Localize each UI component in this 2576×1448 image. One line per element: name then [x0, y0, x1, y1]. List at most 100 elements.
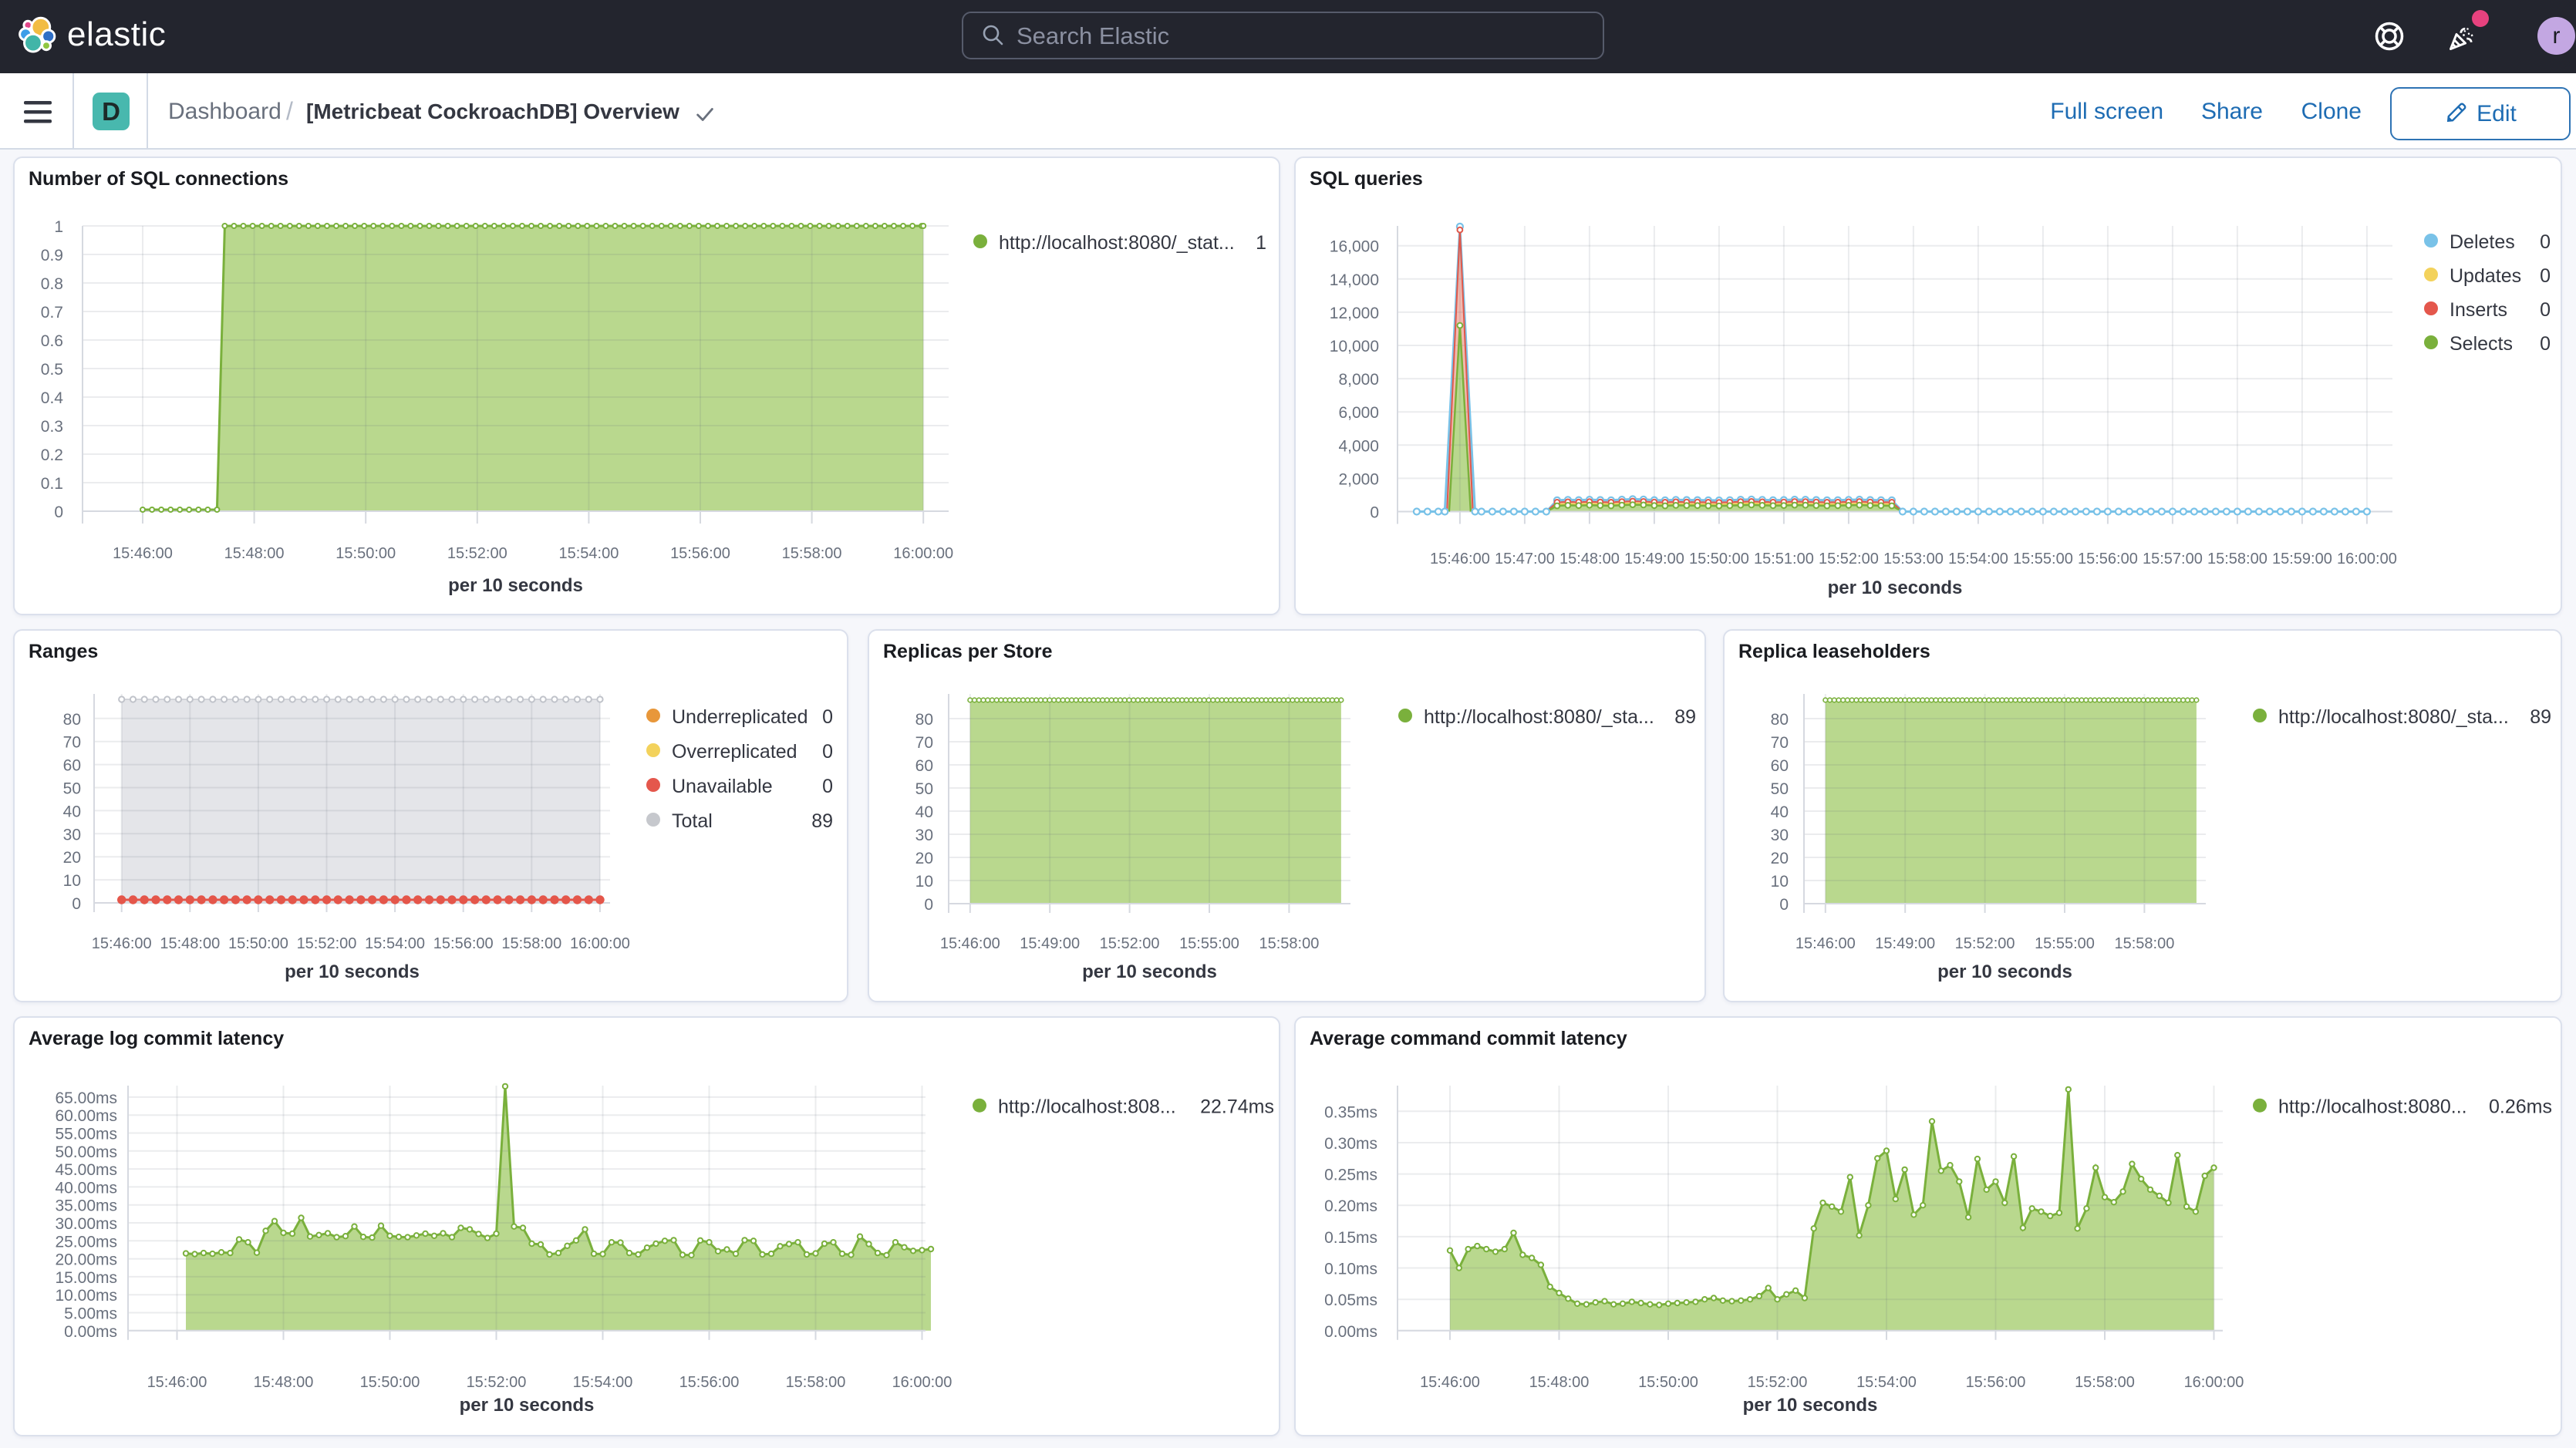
- svg-text:15:49:00: 15:49:00: [1875, 935, 1935, 952]
- svg-text:60: 60: [915, 757, 933, 775]
- svg-text:0.26ms: 0.26ms: [2489, 1096, 2552, 1118]
- svg-text:6,000: 6,000: [1338, 404, 1379, 422]
- svg-text:15:54:00: 15:54:00: [365, 935, 425, 952]
- svg-text:12,000: 12,000: [1330, 305, 1379, 322]
- svg-text:per 10 seconds: per 10 seconds: [1828, 578, 1963, 598]
- svg-text:50: 50: [63, 780, 81, 798]
- svg-text:50.00ms: 50.00ms: [55, 1143, 117, 1161]
- svg-text:Updates: Updates: [2450, 265, 2521, 287]
- svg-text:15:47:00: 15:47:00: [1495, 551, 1555, 567]
- svg-text:15:58:00: 15:58:00: [501, 935, 561, 952]
- svg-text:10.00ms: 10.00ms: [55, 1287, 117, 1305]
- svg-text:16:00:00: 16:00:00: [893, 545, 953, 562]
- svg-text:80: 80: [915, 711, 933, 729]
- svg-text:Total: Total: [672, 810, 713, 832]
- svg-text:15:58:00: 15:58:00: [786, 1374, 846, 1391]
- svg-text:60.00ms: 60.00ms: [55, 1107, 117, 1125]
- svg-text:Inserts: Inserts: [2450, 299, 2507, 321]
- svg-text:50: 50: [1771, 780, 1789, 798]
- svg-text:1: 1: [54, 218, 63, 236]
- svg-text:40: 40: [1771, 803, 1789, 821]
- svg-text:15:49:00: 15:49:00: [1020, 935, 1080, 952]
- svg-text:per 10 seconds: per 10 seconds: [1937, 961, 2072, 982]
- svg-text:0: 0: [2540, 299, 2551, 321]
- svg-text:0.3: 0.3: [41, 418, 63, 436]
- svg-text:0: 0: [2540, 333, 2551, 355]
- svg-text:89: 89: [1674, 706, 1696, 728]
- svg-text:8,000: 8,000: [1338, 371, 1379, 389]
- svg-text:0: 0: [822, 706, 833, 728]
- svg-text:0.05ms: 0.05ms: [1324, 1291, 1377, 1309]
- svg-text:per 10 seconds: per 10 seconds: [460, 1395, 595, 1416]
- svg-text:0: 0: [2540, 231, 2551, 253]
- svg-text:per 10 seconds: per 10 seconds: [1082, 961, 1217, 982]
- svg-text:0: 0: [2540, 265, 2551, 287]
- svg-text:0: 0: [822, 776, 833, 797]
- svg-text:5.00ms: 5.00ms: [64, 1305, 117, 1323]
- svg-text:15:50:00: 15:50:00: [1689, 551, 1749, 567]
- svg-text:15:59:00: 15:59:00: [2272, 551, 2332, 567]
- svg-text:15:52:00: 15:52:00: [1819, 551, 1879, 567]
- svg-text:0.7: 0.7: [41, 304, 63, 322]
- svg-text:15.00ms: 15.00ms: [55, 1269, 117, 1287]
- svg-text:0: 0: [72, 895, 81, 913]
- svg-text:15:46:00: 15:46:00: [1795, 935, 1856, 952]
- svg-text:0: 0: [822, 741, 833, 763]
- svg-text:http://localhost:8080/_sta...: http://localhost:8080/_sta...: [1424, 706, 1654, 728]
- svg-text:15:58:00: 15:58:00: [2207, 551, 2267, 567]
- svg-text:20: 20: [1771, 850, 1789, 867]
- svg-text:10: 10: [915, 873, 933, 891]
- svg-text:15:54:00: 15:54:00: [558, 545, 619, 562]
- svg-text:15:48:00: 15:48:00: [224, 545, 285, 562]
- svg-text:0: 0: [924, 896, 933, 914]
- svg-text:20: 20: [63, 849, 81, 867]
- svg-text:15:55:00: 15:55:00: [2035, 935, 2095, 952]
- svg-text:15:54:00: 15:54:00: [573, 1374, 633, 1391]
- svg-text:40: 40: [63, 803, 81, 820]
- svg-text:15:58:00: 15:58:00: [1259, 935, 1319, 952]
- svg-text:http://localhost:808...: http://localhost:808...: [998, 1096, 1176, 1118]
- svg-text:15:46:00: 15:46:00: [940, 935, 1000, 952]
- svg-text:15:52:00: 15:52:00: [1748, 1374, 1808, 1391]
- svg-text:http://localhost:8080...: http://localhost:8080...: [2278, 1096, 2467, 1118]
- svg-text:0.1: 0.1: [41, 475, 63, 493]
- svg-text:0.8: 0.8: [41, 275, 63, 293]
- svg-text:10: 10: [63, 872, 81, 890]
- svg-text:0.00ms: 0.00ms: [64, 1323, 117, 1341]
- svg-text:15:52:00: 15:52:00: [447, 545, 507, 562]
- svg-text:0.2: 0.2: [41, 446, 63, 464]
- svg-text:Underreplicated: Underreplicated: [672, 706, 808, 728]
- svg-text:16:00:00: 16:00:00: [2184, 1374, 2244, 1391]
- svg-text:15:48:00: 15:48:00: [1529, 1374, 1590, 1391]
- svg-text:1: 1: [1256, 232, 1266, 254]
- svg-text:15:50:00: 15:50:00: [228, 935, 288, 952]
- svg-text:15:52:00: 15:52:00: [1955, 935, 2015, 952]
- svg-text:15:53:00: 15:53:00: [1883, 551, 1944, 567]
- svg-text:16:00:00: 16:00:00: [570, 935, 630, 952]
- svg-text:15:48:00: 15:48:00: [254, 1374, 314, 1391]
- svg-text:65.00ms: 65.00ms: [55, 1089, 117, 1107]
- svg-text:15:52:00: 15:52:00: [467, 1374, 527, 1391]
- svg-text:22.74ms: 22.74ms: [1200, 1096, 1274, 1118]
- svg-text:15:54:00: 15:54:00: [1856, 1374, 1917, 1391]
- svg-text:10,000: 10,000: [1330, 338, 1379, 355]
- svg-text:89: 89: [811, 810, 833, 832]
- svg-text:0.10ms: 0.10ms: [1324, 1261, 1377, 1278]
- svg-text:http://localhost:8080/_stat...: http://localhost:8080/_stat...: [999, 232, 1235, 254]
- svg-text:60: 60: [1771, 757, 1789, 775]
- svg-text:15:46:00: 15:46:00: [113, 545, 173, 562]
- svg-text:0: 0: [54, 503, 63, 521]
- svg-text:2,000: 2,000: [1338, 470, 1379, 488]
- svg-text:16:00:00: 16:00:00: [2337, 551, 2397, 567]
- svg-text:14,000: 14,000: [1330, 271, 1379, 289]
- svg-text:15:56:00: 15:56:00: [433, 935, 494, 952]
- svg-text:15:52:00: 15:52:00: [1100, 935, 1160, 952]
- svg-text:40: 40: [915, 803, 933, 821]
- svg-text:0.20ms: 0.20ms: [1324, 1197, 1377, 1215]
- svg-text:40.00ms: 40.00ms: [55, 1179, 117, 1197]
- svg-text:20.00ms: 20.00ms: [55, 1251, 117, 1269]
- svg-text:0: 0: [1370, 504, 1379, 522]
- svg-text:Unavailable: Unavailable: [672, 776, 773, 797]
- svg-text:15:58:00: 15:58:00: [2075, 1374, 2135, 1391]
- svg-text:35.00ms: 35.00ms: [55, 1197, 117, 1215]
